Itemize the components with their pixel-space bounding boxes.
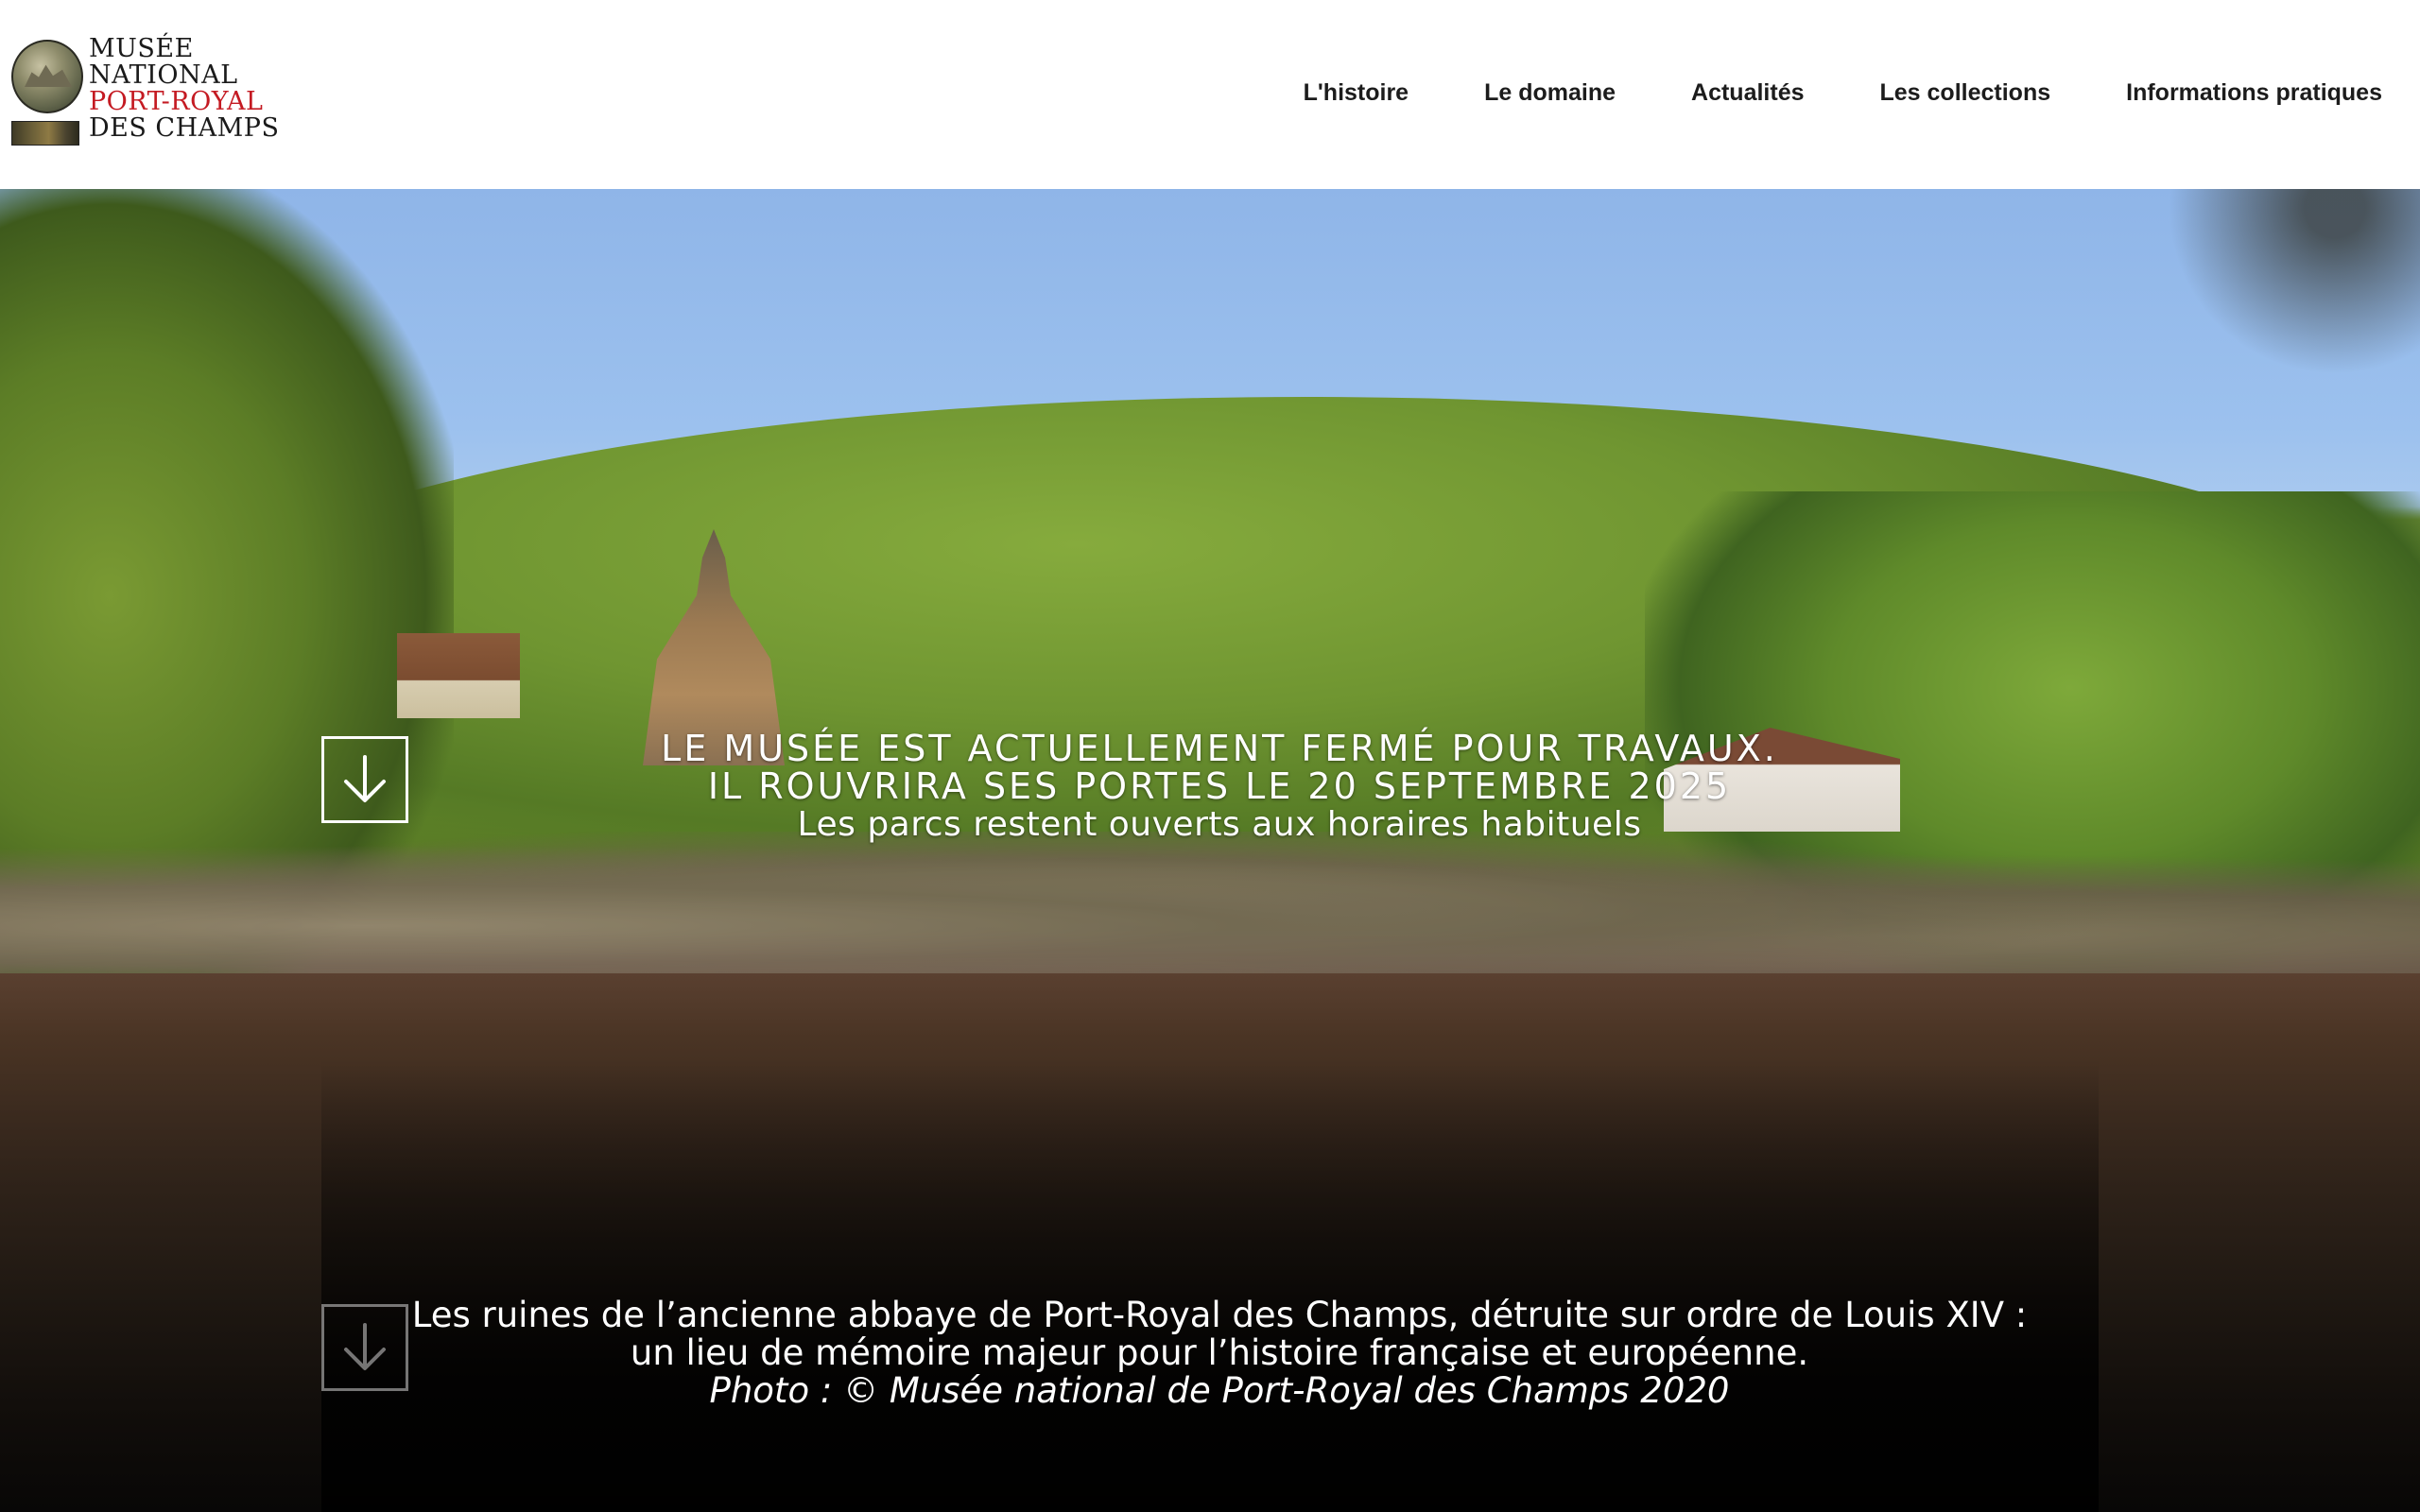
hero-caption: Les ruines de l’ancienne abbaye de Port-… — [378, 1297, 2061, 1410]
nav-item-actualites[interactable]: Actualités — [1691, 79, 1804, 107]
logo-line-port-royal: Port-Royal — [89, 87, 264, 116]
logo-line-musee: Musée — [89, 34, 194, 63]
arrow-down-icon — [344, 755, 386, 802]
site-header: Musée National Port-Royal des Champs L'h… — [0, 0, 2420, 189]
logo-wordmark: Musée National Port-Royal des Champs — [89, 36, 297, 142]
closure-notice: Le musée est actuellement fermé pour tra… — [567, 730, 1872, 845]
closure-notice-line2: Il rouvrira ses portes le 20 septembre 2… — [707, 765, 1732, 807]
abbey-medallion-icon — [11, 40, 83, 113]
hero-caption-line2: un lieu de mémoire majeur pour l’histoir… — [630, 1332, 1809, 1373]
nav-item-collections[interactable]: Les collections — [1880, 79, 2051, 107]
photo-credit: Photo : © Musée national de Port-Royal d… — [709, 1370, 1730, 1411]
nav-item-histoire[interactable]: L'histoire — [1304, 79, 1409, 107]
closure-notice-line3: Les parcs restent ouverts aux horaires h… — [797, 805, 1642, 844]
hero-building-left — [397, 633, 520, 718]
site-logo[interactable]: Musée National Port-Royal des Champs — [9, 36, 293, 155]
main-navigation: L'histoire Le domaine Actualités Les col… — [1304, 72, 2382, 113]
nav-item-informations-pratiques[interactable]: Informations pratiques — [2126, 79, 2382, 107]
logo-line-national: National — [89, 60, 238, 90]
scroll-down-button[interactable] — [321, 736, 408, 823]
hero-branch-top-right — [2136, 189, 2420, 435]
hero-caption-gradient — [321, 1058, 2099, 1512]
closure-notice-line1: Le musée est actuellement fermé pour tra… — [661, 728, 1778, 769]
logo-line-des-champs: des Champs — [89, 113, 280, 143]
logo-strip-image — [11, 121, 79, 146]
nav-item-domaine[interactable]: Le domaine — [1484, 79, 1616, 107]
hero-caption-line1: Les ruines de l’ancienne abbaye de Port-… — [411, 1295, 2028, 1335]
